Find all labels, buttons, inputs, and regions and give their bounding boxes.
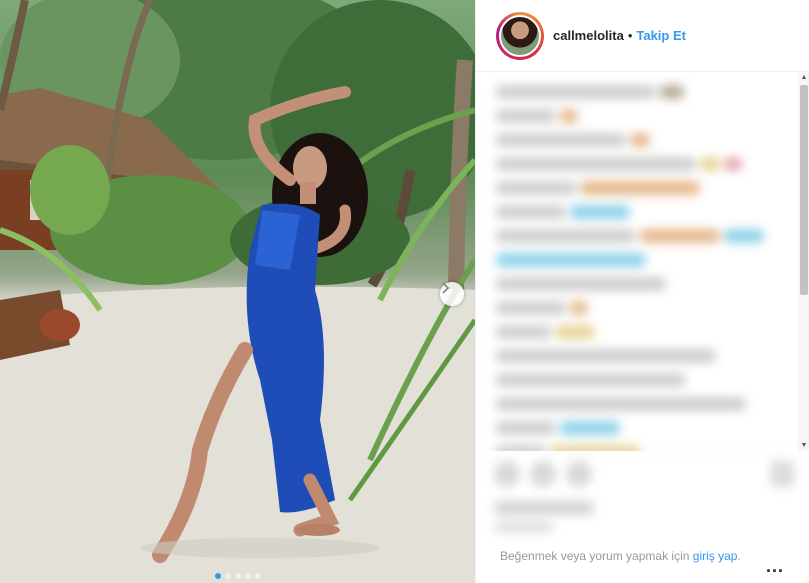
post-actions-blurred — [476, 452, 809, 542]
chevron-right-icon — [442, 282, 450, 294]
carousel-dot — [224, 573, 231, 579]
login-prompt: Beğenmek veya yorum yapmak için giriş ya… — [500, 548, 760, 564]
scroll-down-arrow-icon[interactable]: ▼ — [798, 441, 809, 451]
carousel-next-button[interactable] — [440, 282, 464, 306]
carousel-dot — [234, 573, 241, 579]
beach-scene-illustration — [0, 0, 475, 583]
carousel-dot — [244, 573, 251, 579]
blurred-comments — [476, 73, 798, 451]
login-prompt-end: . — [737, 549, 741, 563]
username-link[interactable]: callmelolita — [553, 28, 624, 43]
bookmark-icon — [770, 461, 794, 487]
carousel-dot — [254, 573, 261, 579]
likes-count-blurred — [494, 501, 594, 515]
post-date-blurred — [494, 521, 554, 533]
like-icon — [494, 461, 520, 487]
carousel-indicator — [0, 573, 475, 579]
avatar[interactable] — [496, 11, 544, 60]
comment-icon — [530, 461, 556, 487]
comments-list[interactable] — [476, 73, 798, 451]
scroll-up-arrow-icon[interactable]: ▲ — [798, 73, 809, 83]
avatar-image — [499, 14, 541, 57]
post-header: callmelolita • Takip Et — [476, 0, 809, 72]
login-link[interactable]: giriş yap — [693, 549, 738, 563]
follow-button[interactable]: Takip Et — [636, 28, 686, 43]
carousel-dot — [214, 573, 221, 579]
separator-dot: • — [627, 28, 633, 43]
comments-scrollbar[interactable]: ▲ ▼ — [798, 73, 809, 451]
share-icon — [566, 461, 592, 487]
post-side-panel: callmelolita • Takip Et ▲ ▼ Beğenmek vey… — [475, 0, 809, 583]
post-photo[interactable] — [0, 0, 475, 583]
more-options-button[interactable]: ... — [766, 556, 784, 577]
login-prompt-text: Beğenmek veya yorum yapmak için — [500, 549, 690, 563]
scrollbar-thumb[interactable] — [800, 85, 808, 295]
